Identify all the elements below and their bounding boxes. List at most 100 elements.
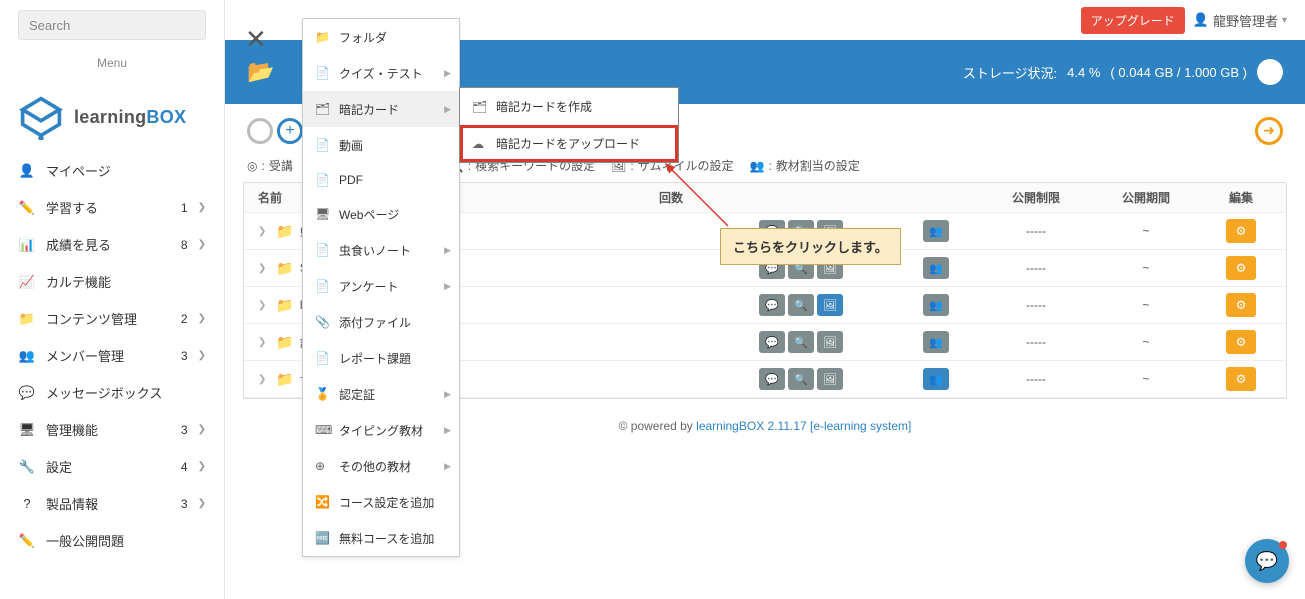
gear-icon[interactable]: ⚙ [1226, 219, 1256, 243]
dd-item-0[interactable]: 📁フォルダ [303, 19, 459, 55]
gear-icon[interactable]: ⚙ [1226, 367, 1256, 391]
sidebar-item-5[interactable]: 👥メンバー管理3❯ [0, 337, 224, 374]
dd-item-14[interactable]: 🆓無料コースを追加 [303, 520, 459, 556]
submenu-item-0[interactable]: 🗂暗記カードを作成 [460, 88, 678, 125]
dd-icon: 📎 [315, 315, 331, 329]
users-icon[interactable]: 👥 [923, 257, 949, 279]
close-icon[interactable]: ✕ [245, 24, 267, 55]
opt-assign[interactable]: 👥 : 教材割当の設定 [750, 157, 860, 174]
gear-icon[interactable]: ⚙ [1226, 256, 1256, 280]
footer-link[interactable]: learningBOX 2.11.17 [e-learning system] [696, 419, 911, 433]
comment-icon[interactable]: 💬 [759, 368, 785, 390]
users-icon: 👥 [750, 159, 765, 173]
chat-button[interactable]: 💬 [1245, 539, 1289, 583]
dd-icon: 🗂 [472, 100, 488, 114]
dd-item-10[interactable]: 🏅認定証▶ [303, 376, 459, 412]
add-button[interactable]: + [277, 118, 303, 144]
dd-label: フォルダ [339, 29, 387, 46]
comment-icon[interactable]: 💬 [759, 331, 785, 353]
dd-label: 添付ファイル [339, 314, 411, 331]
dd-item-5[interactable]: 🖥Webページ [303, 196, 459, 232]
dd-item-4[interactable]: 📄PDF [303, 163, 459, 196]
search-icon[interactable]: 🔍 [788, 368, 814, 390]
sidebar-item-1[interactable]: ✏️学習する1❯ [0, 189, 224, 226]
storage-pct: 4.4 % [1067, 65, 1100, 80]
dd-label: アンケート [339, 278, 399, 295]
image-icon[interactable]: 🖼 [817, 331, 843, 353]
nav-label: メッセージボックス [46, 383, 206, 402]
sidebar-item-0[interactable]: 👤マイページ [0, 152, 224, 189]
nav-icon: ✏️ [18, 533, 36, 549]
nav-icon: 📈 [18, 274, 36, 290]
sidebar-item-7[interactable]: 🖥管理機能3❯ [0, 411, 224, 448]
image-icon[interactable]: 🖼 [817, 294, 843, 316]
dd-item-11[interactable]: ⌨タイピング教材▶ [303, 412, 459, 448]
sidebar-item-6[interactable]: 💬メッセージボックス [0, 374, 224, 411]
comment-icon[interactable]: 💬 [759, 294, 785, 316]
nav-icon: 👥 [18, 348, 36, 364]
dd-item-3[interactable]: 📄動画 [303, 127, 459, 163]
search-icon[interactable]: 🔍 [788, 294, 814, 316]
nav-label: 一般公開問題 [46, 531, 206, 550]
gear-icon[interactable]: ⚙ [1226, 330, 1256, 354]
dd-item-1[interactable]: 📄クイズ・テスト▶ [303, 55, 459, 91]
storage-pie-icon [1257, 59, 1283, 85]
row-limit: ----- [986, 261, 1086, 275]
dd-item-2[interactable]: 🗂暗記カード▶ [303, 91, 459, 127]
dd-item-12[interactable]: ⊕その他の教材▶ [303, 448, 459, 484]
user-name: 龍野管理者 [1213, 11, 1278, 30]
row-period: ~ [1086, 372, 1206, 386]
chevron-right-icon: ▶ [444, 425, 451, 436]
folder-icon: 📁 [276, 334, 293, 351]
users-icon[interactable]: 👥 [923, 294, 949, 316]
nav-icon: ? [18, 496, 36, 511]
nav-icon: 🖥 [18, 422, 36, 438]
search-icon[interactable]: 🔍 [788, 331, 814, 353]
row-limit: ----- [986, 224, 1086, 238]
dd-item-7[interactable]: 📄アンケート▶ [303, 268, 459, 304]
sidebar-item-2[interactable]: 📊成績を見る8❯ [0, 226, 224, 263]
users-icon[interactable]: 👥 [923, 368, 949, 390]
dd-label: 動画 [339, 137, 363, 154]
chevron-right-icon: ❯ [258, 374, 266, 385]
folder-open-icon: 📂 [247, 59, 274, 85]
users-icon[interactable]: 👥 [923, 331, 949, 353]
chevron-right-icon: ❯ [258, 263, 266, 274]
gear-icon[interactable]: ⚙ [1226, 293, 1256, 317]
col-limit: 公開制限 [986, 189, 1086, 206]
nav-label: 設定 [46, 457, 181, 476]
search-input[interactable]: Search [18, 10, 206, 40]
dd-label: 虫食いノート [339, 242, 411, 259]
chevron-right-icon: ▶ [444, 68, 451, 79]
chevron-right-icon: ❯ [258, 300, 266, 311]
search-placeholder: Search [29, 18, 70, 33]
sidebar-item-4[interactable]: 📁コンテンツ管理2❯ [0, 300, 224, 337]
sidebar-item-3[interactable]: 📈カルテ機能 [0, 263, 224, 300]
dd-item-8[interactable]: 📎 添付ファイル [303, 304, 459, 340]
users-icon[interactable]: 👥 [923, 220, 949, 242]
chevron-right-icon: ❯ [258, 226, 266, 237]
sidebar-item-8[interactable]: 🔧設定4❯ [0, 448, 224, 485]
row-period: ~ [1086, 298, 1206, 312]
forward-button[interactable]: ➜ [1255, 117, 1283, 145]
nav-label: コンテンツ管理 [46, 309, 181, 328]
dd-item-13[interactable]: 🔀コース設定を追加 [303, 484, 459, 520]
sidebar: Search Menu learningBOX 👤マイページ✏️学習する1❯📊成… [0, 0, 225, 599]
folder-icon: 📁 [276, 223, 293, 240]
sidebar-item-9[interactable]: ?製品情報3❯ [0, 485, 224, 522]
dd-item-9[interactable]: 📄レポート課題 [303, 340, 459, 376]
row-period: ~ [1086, 335, 1206, 349]
opt-attend[interactable]: ◎ : 受講 [247, 157, 293, 174]
nav-label: マイページ [46, 161, 206, 180]
dd-item-6[interactable]: 📄虫食いノート▶ [303, 232, 459, 268]
sidebar-item-10[interactable]: ✏️ 一般公開問題 [0, 522, 224, 559]
dd-label: 無料コースを追加 [339, 530, 434, 547]
user-menu[interactable]: 👤 龍野管理者 ▾ [1193, 11, 1287, 30]
circle-icon [247, 118, 273, 144]
storage-detail: ( 0.044 GB / 1.000 GB ) [1110, 65, 1247, 80]
upgrade-button[interactable]: アップグレード [1081, 7, 1185, 34]
col-edit: 編集 [1206, 189, 1276, 206]
image-icon[interactable]: 🖼 [817, 368, 843, 390]
submenu-item-1[interactable]: ☁暗記カードをアップロード [460, 125, 678, 162]
nav-label: メンバー管理 [46, 346, 181, 365]
